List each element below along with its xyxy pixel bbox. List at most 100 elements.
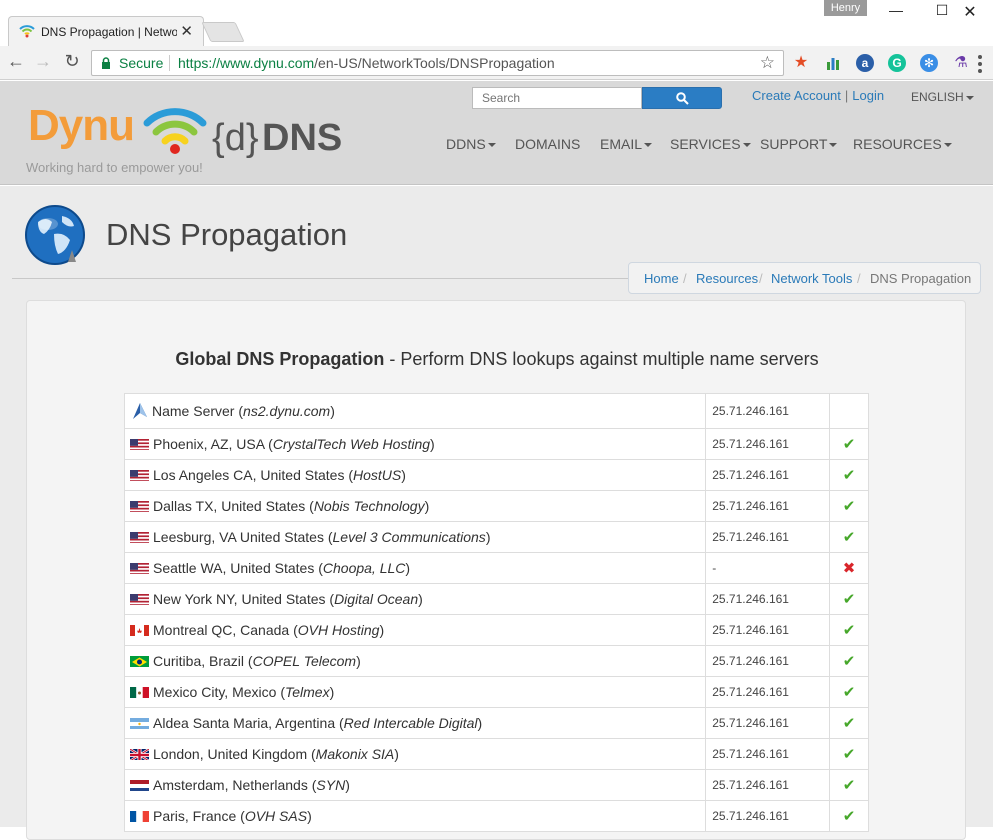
reload-icon[interactable]: ↻	[60, 51, 84, 72]
site-header: Dynu {d} DNS Working hard to empower you…	[0, 81, 993, 185]
flag-us-icon	[130, 469, 149, 481]
search-input[interactable]	[472, 87, 642, 109]
checkmark-icon: ✔	[842, 622, 856, 639]
location-cell: New York NY, United States (Digital Ocea…	[123, 583, 707, 615]
flag-gb-icon	[130, 748, 149, 760]
location-name: Leesburg, VA United States (	[153, 529, 333, 545]
new-tab-button[interactable]	[201, 22, 245, 42]
search-icon	[676, 92, 689, 105]
chevron-down-icon	[965, 95, 974, 100]
logo-text[interactable]: Dynu	[28, 101, 135, 151]
provider-name: COPEL Telecom	[252, 653, 357, 669]
nav-services[interactable]: SERVICES	[670, 136, 751, 152]
status-cell: ✔	[829, 521, 869, 553]
chart-extension-icon[interactable]	[824, 54, 842, 72]
location-name: Aldea Santa Maria, Argentina (	[153, 715, 344, 731]
close-tab-icon[interactable]: ✕	[180, 22, 193, 40]
provider-name: OVH SAS	[244, 808, 308, 824]
status-cell: ✔	[829, 676, 869, 708]
name-server-status	[829, 393, 869, 429]
checkmark-icon: ✔	[842, 777, 856, 794]
breadcrumb-home[interactable]: Home	[644, 271, 679, 286]
provider-close: )	[307, 808, 312, 824]
checkmark-icon: ✔	[842, 591, 856, 608]
bookmark-star-icon[interactable]: ☆	[760, 53, 775, 73]
table-row: Dallas TX, United States (Nobis Technolo…	[123, 490, 869, 522]
checkmark-icon: ✔	[842, 684, 856, 701]
provider-name: Level 3 Communications	[332, 529, 486, 545]
location-name: Seattle WA, United States (	[153, 560, 323, 576]
provider-close: )	[356, 653, 361, 669]
minimize-icon[interactable]: —	[873, 2, 919, 22]
provider-name: Telmex	[284, 684, 330, 700]
breadcrumb-separator: /	[759, 271, 763, 286]
flask-extension-icon[interactable]: ⚗	[952, 54, 970, 72]
nav-domains[interactable]: DOMAINS	[515, 136, 580, 152]
language-dropdown[interactable]: ENGLISH	[911, 90, 974, 104]
url-host: https://www.dynu.com	[178, 55, 315, 71]
checkmark-icon: ✔	[842, 653, 856, 670]
provider-name: CrystalTech Web Hosting	[272, 436, 431, 452]
name-server-icon	[133, 403, 147, 419]
status-cell: ✔	[829, 490, 869, 522]
nav-ddns[interactable]: DDNS	[446, 136, 496, 152]
grammarly-icon[interactable]: G	[888, 54, 906, 72]
nav-support-label: SUPPORT	[760, 136, 828, 152]
star-extension-icon[interactable]: ★	[792, 54, 810, 72]
table-row: Montreal QC, Canada (OVH Hosting) 25.71.2…	[123, 614, 869, 646]
chevron-down-icon	[644, 143, 653, 148]
location-cell: Amsterdam, Netherlands (SYN)	[123, 769, 707, 801]
close-window-icon[interactable]: ✕	[947, 2, 993, 22]
nav-resources[interactable]: RESOURCES	[853, 136, 952, 152]
results-table: Name Server (ns2.dynu.com) 25.71.246.161…	[123, 393, 869, 832]
provider-close: )	[418, 591, 423, 607]
ip-cell: 25.71.246.161	[705, 645, 831, 677]
provider-name: SYN	[316, 777, 346, 793]
browser-menu-icon[interactable]	[978, 55, 982, 76]
forward-icon[interactable]: →	[31, 51, 55, 72]
tab-title: DNS Propagation | Network Tools	[41, 25, 177, 39]
location-cell: Phoenix, AZ, USA (CrystalTech Web Hostin…	[123, 428, 707, 460]
flag-us-icon	[130, 438, 149, 450]
flag-ar-icon	[130, 717, 149, 729]
create-account-link[interactable]: Create Account	[752, 88, 841, 103]
page-body: DNS Propagation Home / Resources / Netwo…	[0, 186, 993, 840]
flag-fr-icon	[130, 810, 149, 822]
provider-name: Digital Ocean	[334, 591, 419, 607]
account-links: Create Account | Login	[752, 88, 884, 103]
nav-email[interactable]: EMAIL	[600, 136, 653, 152]
ip-cell: 25.71.246.161	[705, 583, 831, 615]
location-name: Montreal QC, Canada (	[153, 622, 298, 638]
status-cell: ✔	[829, 769, 869, 801]
breadcrumb-resources[interactable]: Resources	[696, 271, 758, 286]
nav-support[interactable]: SUPPORT	[760, 136, 838, 152]
location-cell: London, United Kingdom (Makonix SIA)	[123, 738, 707, 770]
address-bar[interactable]: Secure https://www.dynu.com/en-US/Networ…	[91, 50, 784, 76]
location-cell: Montreal QC, Canada (OVH Hosting)	[123, 614, 707, 646]
url-text: https://www.dynu.com/en-US/NetworkTools/…	[178, 55, 555, 71]
status-cell: ✔	[829, 707, 869, 739]
account-extension-icon[interactable]: a	[856, 54, 874, 72]
search-button[interactable]	[642, 87, 722, 109]
back-icon[interactable]: ←	[4, 51, 28, 72]
panel-heading-bold: Global DNS Propagation	[175, 349, 385, 369]
profile-badge[interactable]: Henry	[824, 0, 867, 16]
location-name: London, United Kingdom (	[153, 746, 316, 762]
table-row: Curitiba, Brazil (COPEL Telecom) 25.71.24…	[123, 645, 869, 677]
snowflake-extension-icon[interactable]: ✻	[920, 54, 938, 72]
flag-mx-icon	[130, 686, 149, 698]
ip-cell: 25.71.246.161	[705, 614, 831, 646]
chevron-down-icon	[829, 143, 838, 148]
login-link[interactable]: Login	[852, 88, 884, 103]
browser-tab[interactable]: DNS Propagation | Network Tools ✕	[8, 16, 204, 46]
chevron-down-icon	[742, 143, 751, 148]
provider-close: )	[329, 684, 335, 700]
tagline: Working hard to empower you!	[26, 160, 203, 175]
status-cell: ✔	[829, 459, 869, 491]
breadcrumb-network-tools[interactable]: Network Tools	[771, 271, 852, 286]
secure-label: Secure	[119, 55, 164, 71]
page-title: DNS Propagation	[106, 217, 348, 252]
provider-close: )	[405, 560, 411, 576]
chevron-down-icon	[487, 143, 496, 148]
provider-close: )	[477, 715, 483, 731]
